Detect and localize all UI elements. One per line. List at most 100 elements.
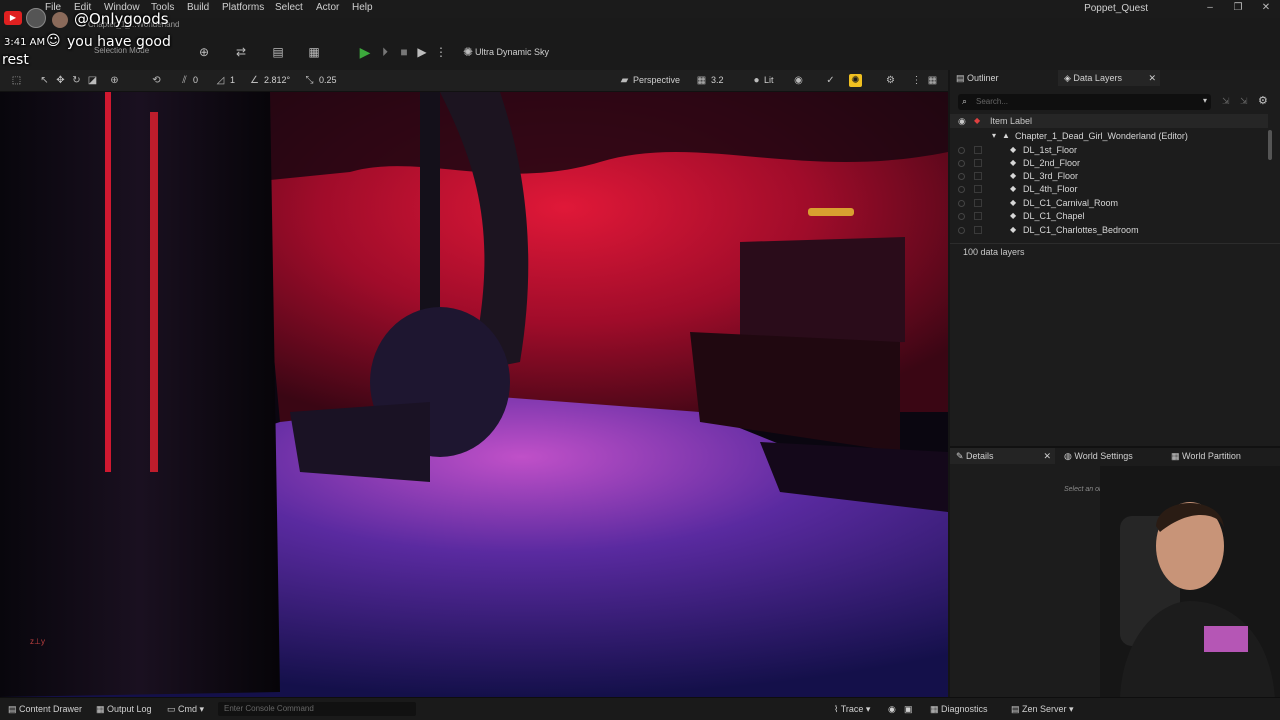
layer-label: DL_C1_Chapel [1023,211,1085,221]
layout-menu-icon[interactable]: ⋮ [910,74,923,87]
show-icon[interactable]: ◉ [792,74,805,87]
visibility-toggle[interactable] [958,147,965,154]
visibility-toggle[interactable] [958,227,965,234]
list-item[interactable]: ◆ DL_C1_Chapel [950,210,1268,223]
list-item[interactable]: ◆ DL_2nd_Floor [950,157,1268,170]
fov-value[interactable]: 3.2 [711,75,724,85]
visibility-toggle[interactable] [958,186,965,193]
tab-data-layers[interactable]: ◈ Data Layers ✕ [1058,70,1160,86]
outliner-panel: ▤ Outliner ◈ Data Layers ✕ ⌕ Search... ▾… [950,70,1280,446]
tree-header: ◉ ◆ Item Label [950,114,1268,128]
list-item[interactable]: ◆ DL_C1_Carnival_Room [950,197,1268,210]
menu-help[interactable]: Help [352,2,373,13]
blueprint-icon[interactable]: ⇄ [233,44,249,60]
build-icon[interactable]: ▦ [306,44,322,60]
grid-snap-icon[interactable]: ⫽ [178,74,191,87]
surface-snap-icon[interactable]: ⟲ [150,74,163,87]
list-item[interactable]: ◆ DL_4th_Floor [950,183,1268,196]
add-actor-icon[interactable]: ⊕ [196,44,212,60]
item-label-header[interactable]: Item Label [990,116,1032,126]
realtime-icon[interactable]: ✓ [824,74,837,87]
layer-checkbox[interactable] [974,172,982,180]
level-viewport[interactable]: z⊥y [0,92,948,697]
diagnostics-icon: ▦ [930,704,942,714]
tab-world-partition[interactable]: ▦ World Partition [1165,448,1275,464]
step-icon[interactable]: ⏵ [377,44,393,60]
more-options-icon[interactable]: ⋮ [433,44,449,60]
tree-root-row[interactable]: ▾ ▲ Chapter_1_Dead_Girl_Wonderland (Edit… [950,130,1268,143]
chevron-down-icon[interactable]: ▾ [1203,96,1207,105]
pencil-icon: ✎ [956,451,967,461]
content-drawer-button[interactable]: ▤ Content Drawer [8,704,82,715]
search-input[interactable]: ⌕ Search... ▾ [958,94,1211,110]
list-item[interactable]: ◆ DL_C1_Charlottes_Bedroom [950,224,1268,237]
scale-icon[interactable]: ◪ [86,74,99,87]
angle-snap-value[interactable]: 2.812° [264,75,290,85]
add-layer-icon[interactable]: ⇲ [1240,96,1248,107]
close-tab-icon[interactable]: ✕ [1148,73,1156,84]
layer-checkbox[interactable] [974,185,982,193]
visibility-toggle[interactable] [958,173,965,180]
scale-snap-value[interactable]: 0.25 [319,75,337,85]
record-icon[interactable]: ◉ [888,704,896,715]
data-layer-icon: ◆ [1010,211,1017,220]
lit-dropdown[interactable]: Lit [764,75,774,85]
trace-icon: ⌇ [834,704,841,714]
close-window-icon[interactable]: ✕ [1259,2,1273,14]
terminal-icon: ▭ [167,704,179,714]
launch-icon[interactable]: ▶ [414,44,430,60]
menu-build[interactable]: Build [187,2,209,13]
layer-checkbox[interactable] [974,212,982,220]
console-input[interactable]: Enter Console Command [218,702,416,716]
menu-select[interactable]: Select [275,2,303,13]
perspective-dropdown[interactable]: Perspective [633,75,680,85]
drawer-icon: ▤ [8,704,20,714]
translate-icon[interactable]: ✥ [54,74,67,87]
zen-server-button[interactable]: ▤ Zen Server ▾ [1011,704,1074,715]
cmd-dropdown[interactable]: ▭ Cmd ▾ [167,704,204,715]
chevron-down-icon[interactable]: ▾ [992,131,996,140]
diagnostics-button[interactable]: ▦ Diagnostics [930,704,988,715]
fov-icon: ▦ [696,75,707,86]
minimize-icon[interactable]: – [1203,2,1217,14]
settings-gear-icon[interactable]: ⚙ [1258,94,1268,107]
sky-dropdown[interactable]: Ultra Dynamic Sky [475,47,549,57]
transform-menu-icon[interactable]: ⬚ [10,74,23,87]
maximize-icon[interactable]: ❐ [1231,2,1245,14]
filter-icon[interactable]: ⇲ [1222,96,1230,107]
layer-checkbox[interactable] [974,199,982,207]
trace-dropdown[interactable]: ⌇ Trace ▾ [834,704,870,715]
visibility-toggle[interactable] [958,160,965,167]
select-icon[interactable]: ↖ [38,74,51,87]
rotation-snap-icon[interactable]: ◿ [214,74,227,87]
visibility-toggle[interactable] [958,213,965,220]
tab-details[interactable]: ✎ Details ✕ [950,448,1055,464]
tab-outliner[interactable]: ▤ Outliner [950,70,1060,86]
menu-actor[interactable]: Actor [316,2,339,13]
tab-world-settings[interactable]: ◍ World Settings [1058,448,1158,464]
stop-icon[interactable]: ■ [396,44,412,60]
maximize-viewport-icon[interactable]: ▦ [926,74,939,87]
layer-checkbox[interactable] [974,146,982,154]
cinematics-icon[interactable]: ▤ [270,44,286,60]
list-item[interactable]: ◆ DL_3rd_Floor [950,170,1268,183]
game-view-icon[interactable]: ✺ [849,74,862,87]
play-icon[interactable]: ▶ [357,44,373,60]
output-log-button[interactable]: ▦ Output Log [96,704,152,715]
list-item[interactable]: ◆ DL_1st_Floor [950,144,1268,157]
settings-icon[interactable]: ⚙ [884,74,897,87]
screenshot-icon[interactable]: ▣ [904,704,913,715]
visibility-toggle[interactable] [958,200,965,207]
scale-snap-icon[interactable]: ⤡ [303,74,316,87]
world-space-icon[interactable]: ⊕ [108,74,121,87]
scrollbar[interactable] [1268,130,1272,160]
layer-checkbox[interactable] [974,226,982,234]
close-tab-icon[interactable]: ✕ [1043,451,1051,462]
layer-checkbox[interactable] [974,159,982,167]
grid-snap-value[interactable]: 0 [193,75,198,85]
menu-platforms[interactable]: Platforms [222,2,264,13]
rotation-snap-value[interactable]: 1 [230,75,235,85]
angle-snap-icon[interactable]: ∠ [248,74,261,87]
chat-username: @Onlygoods [74,10,169,28]
rotate-icon[interactable]: ↻ [70,74,83,87]
